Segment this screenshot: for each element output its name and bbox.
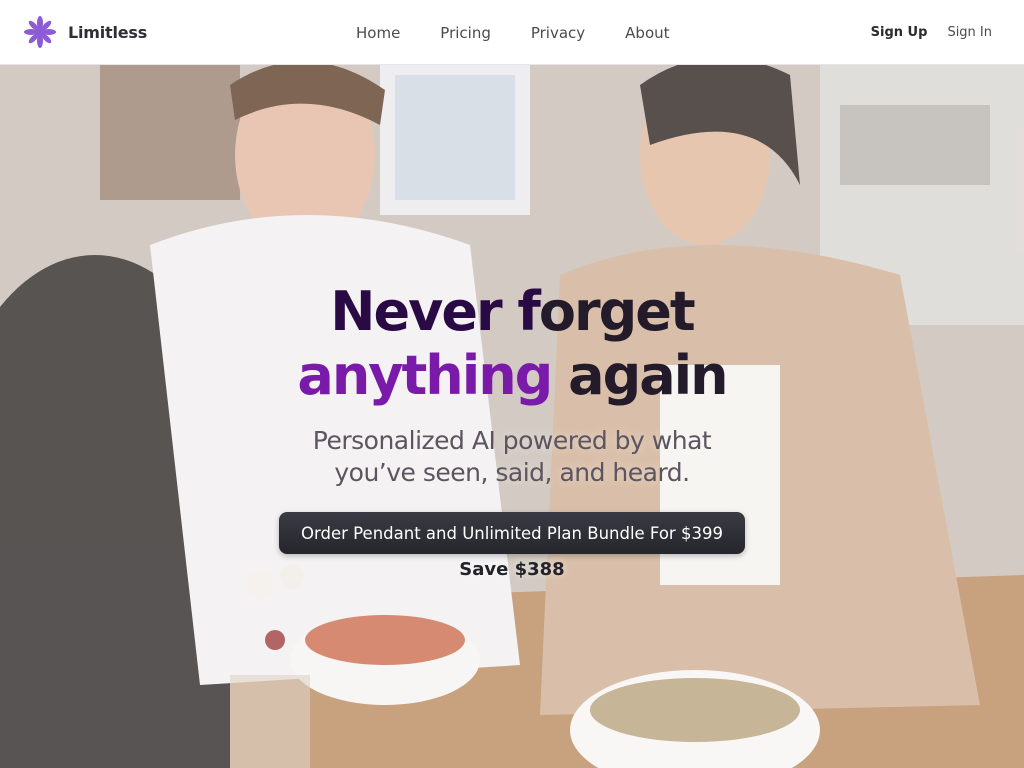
main-nav: Home Pricing Privacy About <box>336 0 690 65</box>
nav-link-privacy[interactable]: Privacy <box>511 24 605 42</box>
savings-label: Save $388 <box>459 559 565 580</box>
hero-subheading: Personalized AI powered by what you’ve s… <box>0 425 1024 489</box>
order-bundle-button[interactable]: Order Pendant and Unlimited Plan Bundle … <box>279 512 745 554</box>
nav-link-home[interactable]: Home <box>336 24 420 42</box>
limitless-logo-icon <box>24 16 56 48</box>
subheading-line-2: you’ve seen, said, and heard. <box>334 458 690 487</box>
brand-name: Limitless <box>68 22 148 42</box>
subheading-line-1: Personalized AI powered by what <box>312 426 712 455</box>
headline-line-1: Never forget <box>0 280 1024 344</box>
hero-headline: Never forget anything again <box>0 280 1024 408</box>
headline-word-never: Never f <box>330 280 541 343</box>
sign-in-link[interactable]: Sign In <box>947 25 992 40</box>
nav-link-pricing[interactable]: Pricing <box>420 24 511 42</box>
hero-content: Never forget anything again Personalized… <box>0 65 1024 768</box>
sign-up-link[interactable]: Sign Up <box>871 25 928 40</box>
headline-line-2: anything again <box>0 344 1024 408</box>
auth-links: Sign Up Sign In <box>871 0 992 65</box>
headline-word-anything: anything <box>297 344 553 407</box>
headline-word-again: again <box>551 344 729 407</box>
top-navbar: Limitless Home Pricing Privacy About Sig… <box>0 0 1024 65</box>
headline-word-forget: orget <box>538 280 696 343</box>
nav-link-about[interactable]: About <box>605 24 689 42</box>
hero-section: Never forget anything again Personalized… <box>0 65 1024 768</box>
brand-link[interactable]: Limitless <box>24 15 147 49</box>
